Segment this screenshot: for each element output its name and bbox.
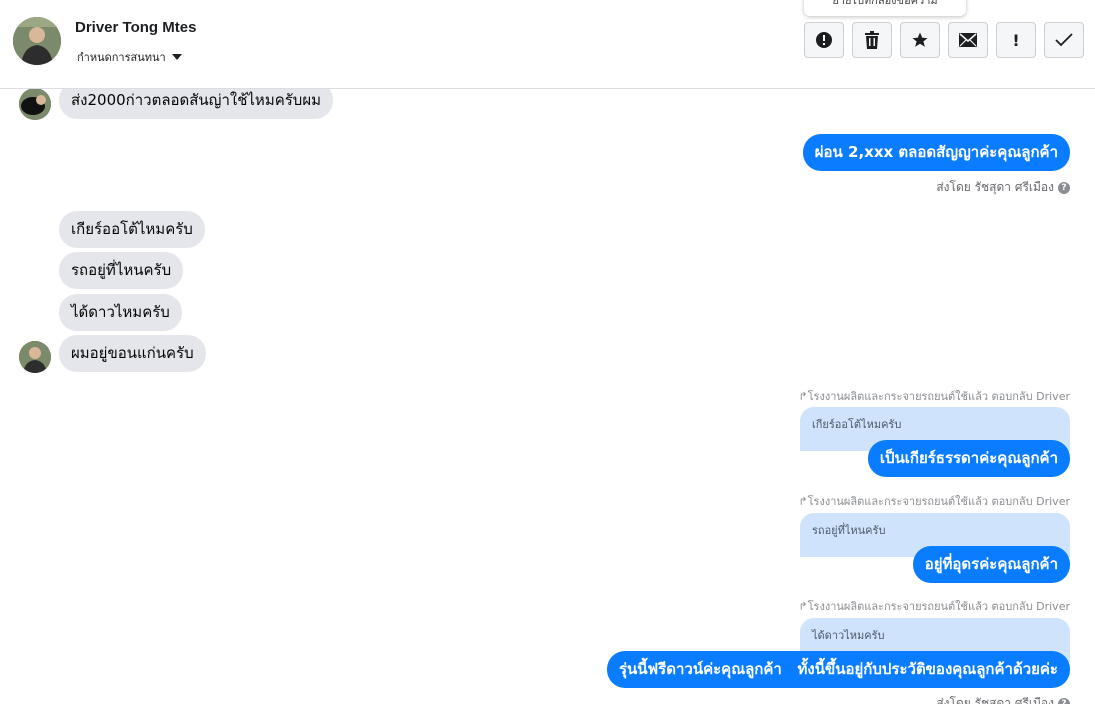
done-button[interactable]: [1044, 22, 1084, 58]
checkmark-icon: [1055, 33, 1073, 47]
outgoing-message[interactable]: เป็นเกียร์ธรรดาค่ะคุณลูกค้า: [867, 440, 1070, 477]
sent-by-text: ส่งโดย รัชสุดา ศรีเมือง: [936, 696, 1054, 704]
mark-unread-button[interactable]: [948, 22, 988, 58]
reply-arrow-icon: ↱: [798, 600, 808, 613]
sent-by-label: ส่งโดย รัชสุดา ศรีเมือง ?: [936, 694, 1070, 704]
incoming-message[interactable]: ได้ดาวไหมครับ: [59, 294, 182, 331]
incoming-message[interactable]: เกียร์ออโต้ไหมครับ: [59, 211, 205, 248]
incoming-message[interactable]: ส่ง2000ก่าวตลอดสันญ่าใช้ไหมครับผม: [59, 89, 333, 119]
contact-avatar-small: [19, 341, 51, 373]
assign-label: กำหนดการสนทนา: [77, 51, 166, 64]
outgoing-message[interactable]: รุ่นนี้ฟรีดาวน์ค่ะคุณลูกค้า ทั้งนี้ขึ้นอ…: [606, 651, 1070, 688]
outgoing-message[interactable]: ผ่อน 2,xxx ตลอดสัญญาค่ะคุณลูกค้า: [802, 134, 1070, 171]
sent-by-text: ส่งโดย รัชสุดา ศรีเมือง: [936, 180, 1054, 194]
spam-button[interactable]: [804, 22, 844, 58]
reply-arrow-icon: ↱: [798, 495, 808, 508]
envelope-icon: [959, 33, 977, 47]
reply-meta: ↱โรงงานผลิตและกระจายรถยนต์ใช้แล้ว ตอบกลั…: [798, 390, 1070, 403]
incoming-message[interactable]: รถอยู่ที่ไหนครับ: [59, 252, 184, 289]
delete-button[interactable]: [852, 22, 892, 58]
contact-avatar-small: [19, 89, 51, 120]
contact-name[interactable]: Driver Tong Mtes: [75, 19, 196, 36]
important-button[interactable]: !: [996, 22, 1036, 58]
reply-meta: ↱โรงงานผลิตและกระจายรถยนต์ใช้แล้ว ตอบกลั…: [798, 600, 1070, 613]
alert-circle-icon: [816, 32, 832, 48]
tooltip: ย้ายไปที่กล่องข้อความ: [804, 0, 966, 16]
sent-by-label: ส่งโดย รัชสุดา ศรีเมือง ?: [936, 178, 1070, 197]
star-icon: [912, 32, 928, 47]
help-icon[interactable]: ?: [1058, 697, 1070, 704]
message-thread[interactable]: ส่ง2000ก่าวตลอดสันญ่าใช้ไหมครับผม ผ่อน 2…: [0, 89, 1095, 704]
assign-conversation-dropdown[interactable]: กำหนดการสนทนา: [77, 48, 182, 66]
help-icon[interactable]: ?: [1058, 181, 1070, 194]
chevron-down-icon: [171, 54, 182, 60]
exclamation-icon: !: [1012, 30, 1020, 50]
reply-meta: ↱โรงงานผลิตและกระจายรถยนต์ใช้แล้ว ตอบกลั…: [798, 495, 1070, 508]
star-button[interactable]: [900, 22, 940, 58]
conversation-header: Driver Tong Mtes กำหนดการสนทนา ย้ายไปที่…: [0, 0, 1095, 89]
contact-avatar[interactable]: [13, 17, 61, 65]
trash-icon: [865, 31, 879, 49]
outgoing-message[interactable]: อยู่ที่อุดรค่ะคุณลูกค้า: [912, 546, 1070, 583]
reply-arrow-icon: ↱: [798, 390, 808, 403]
incoming-message[interactable]: ผมอยู่ขอนแก่นครับ: [59, 335, 206, 372]
